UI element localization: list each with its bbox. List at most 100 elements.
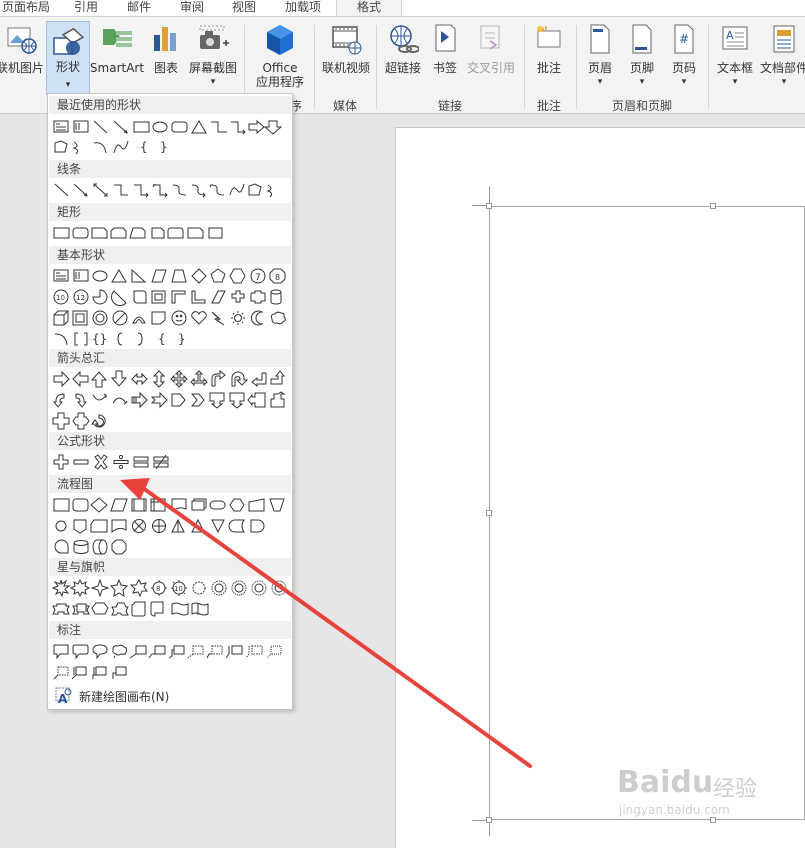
resize-handle[interactable] [486, 510, 492, 516]
globe-link-icon [390, 25, 419, 53]
shapes-icon [53, 27, 85, 55]
basic-shapes-row4-icon: {} { } [54, 332, 186, 346]
shapes-row-equation[interactable] [52, 453, 288, 471]
shapes-row-callouts-2[interactable] [52, 663, 288, 681]
shapes-row-basic-3[interactable] [52, 309, 288, 327]
online-picture-icon [7, 27, 37, 54]
page-number-icon: # [674, 24, 694, 54]
section-rectangles: 矩形 [49, 203, 291, 221]
shapes-row-stars-1[interactable]: 8 10 [52, 579, 288, 597]
new-drawing-canvas-item[interactable]: A 新建绘图画布(N) [51, 686, 287, 706]
section-block-arrows: 箭头总汇 [49, 349, 291, 367]
group-label-media: 媒体 [333, 99, 358, 113]
cross-reference-label: 交叉引用 [466, 61, 515, 75]
shapes-row-rectangles[interactable] [52, 224, 288, 242]
tab-format[interactable]: 格式 [336, 0, 402, 16]
svg-text:}: } [160, 140, 168, 154]
shapes-row-recent-2[interactable]: { } [52, 138, 288, 156]
chart-button[interactable]: 图表 [148, 23, 184, 93]
resize-handle[interactable] [486, 817, 492, 823]
textbox-button[interactable]: A 文本框 ▾ [716, 23, 754, 93]
basic-shapes-row1-icon: 7 8 [53, 268, 286, 284]
office-apps-button[interactable]: Office 应用程序 [252, 23, 308, 93]
screenshot-button[interactable]: 屏幕截图 ▾ [189, 23, 237, 93]
group-label-header-footer: 页眉和页脚 [612, 99, 673, 113]
resize-handle[interactable] [710, 203, 716, 209]
document-parts-button[interactable]: 文档部件 ▾ [760, 23, 805, 93]
document-parts-label: 文档部件 [759, 61, 805, 75]
tab-references[interactable]: 引用 [74, 0, 98, 16]
svg-text:{: { [140, 140, 148, 154]
svg-text:10: 10 [56, 294, 65, 302]
svg-text:7: 7 [255, 273, 261, 283]
tab-addins[interactable]: 加载项 [285, 0, 321, 16]
tab-page-layout[interactable]: 页面布局 [2, 0, 50, 16]
camera-icon [199, 25, 229, 49]
online-video-button[interactable]: 联机视频 [322, 23, 370, 93]
cross-reference-button[interactable]: 交叉引用 [466, 23, 516, 93]
shapes-row-flowchart-1[interactable] [52, 496, 288, 514]
shapes-row-flowchart-2[interactable] [52, 517, 288, 535]
comment-button[interactable]: 批注 [532, 23, 566, 93]
tab-view[interactable]: 视图 [232, 0, 256, 16]
footer-icon [632, 24, 652, 54]
header-icon [590, 24, 610, 54]
bookmark-button[interactable]: 书签 [428, 23, 462, 93]
document-parts-icon [773, 25, 795, 53]
svg-text:10: 10 [174, 585, 183, 593]
office-apps-label-2: 应用程序 [255, 75, 304, 89]
resize-handle[interactable] [486, 203, 492, 209]
flowchart-row2-icon [55, 518, 265, 534]
ribbon-tabs: 页面布局 引用 邮件 审阅 视图 加载项 格式 [0, 0, 805, 16]
section-lines: 线条 [49, 160, 291, 178]
hyperlink-button[interactable]: 超链接 [384, 23, 422, 93]
rectangles-shapes-icon [53, 227, 223, 239]
baidu-watermark: Baidu 经验 jingyan.baidu.com [617, 765, 777, 825]
watermark-text: 经验 [713, 777, 758, 802]
textbox-icon: A [722, 26, 748, 50]
tab-review[interactable]: 审阅 [180, 0, 204, 16]
shapes-button[interactable]: 形状 ▾ [46, 21, 90, 95]
svg-text:12: 12 [76, 294, 85, 302]
svg-text:{}: {} [92, 332, 107, 346]
watermark-logo: Baidu [617, 765, 714, 800]
shapes-row-lines[interactable] [52, 181, 288, 199]
callouts-row1-icon [53, 644, 282, 660]
page-number-button[interactable]: # 页码 ▾ [668, 23, 700, 93]
stars-row1-icon: 8 10 [52, 579, 287, 597]
callouts-row2-icon [53, 666, 127, 680]
svg-text:A: A [58, 692, 68, 705]
shapes-row-callouts-1[interactable] [52, 642, 288, 660]
shapes-row-arrows-3[interactable] [52, 412, 288, 430]
shapes-row-basic-4[interactable]: {} { } [52, 330, 288, 348]
cross-reference-icon [480, 25, 500, 50]
footer-button[interactable]: 页脚 ▾ [626, 23, 658, 93]
svg-text:A: A [726, 29, 734, 42]
svg-text:{: { [158, 332, 166, 346]
shapes-row-arrows-1[interactable] [52, 370, 288, 388]
shapes-gallery-menu: 最近使用的形状 {} 线条 矩形 基本形状 7 8 10 12 {} {} … [47, 93, 293, 710]
basic-shapes-row2-icon: 10 12 [53, 289, 282, 306]
shapes-row-basic-2[interactable]: 10 12 [52, 288, 288, 306]
svg-text:8: 8 [275, 273, 280, 282]
shapes-row-recent-1[interactable] [52, 118, 288, 136]
shapes-row-arrows-2[interactable] [52, 391, 288, 409]
smartart-icon [103, 29, 132, 47]
drawing-selection-box[interactable] [489, 206, 805, 820]
smartart-button[interactable]: SmartArt [90, 23, 144, 93]
shapes-row-stars-2[interactable] [52, 600, 288, 618]
arrows-row3-icon [52, 412, 106, 430]
shapes-row-basic-1[interactable]: 7 8 [52, 267, 288, 285]
watermark-url: jingyan.baidu.com [619, 803, 730, 817]
screenshot-label: 屏幕截图 [188, 61, 237, 75]
flowchart-row3-icon [54, 539, 127, 555]
section-flowchart: 流程图 [49, 475, 291, 493]
shapes-row-flowchart-3[interactable] [52, 538, 288, 556]
recent-shapes-icon [53, 119, 283, 135]
screenshot-dropdown-icon: ▾ [210, 77, 216, 87]
header-button[interactable]: 页眉 ▾ [584, 23, 616, 93]
section-equation-shapes: 公式形状 [49, 432, 291, 450]
film-icon [332, 26, 362, 55]
bookmark-icon [435, 24, 456, 52]
tab-mailings[interactable]: 邮件 [127, 0, 151, 16]
